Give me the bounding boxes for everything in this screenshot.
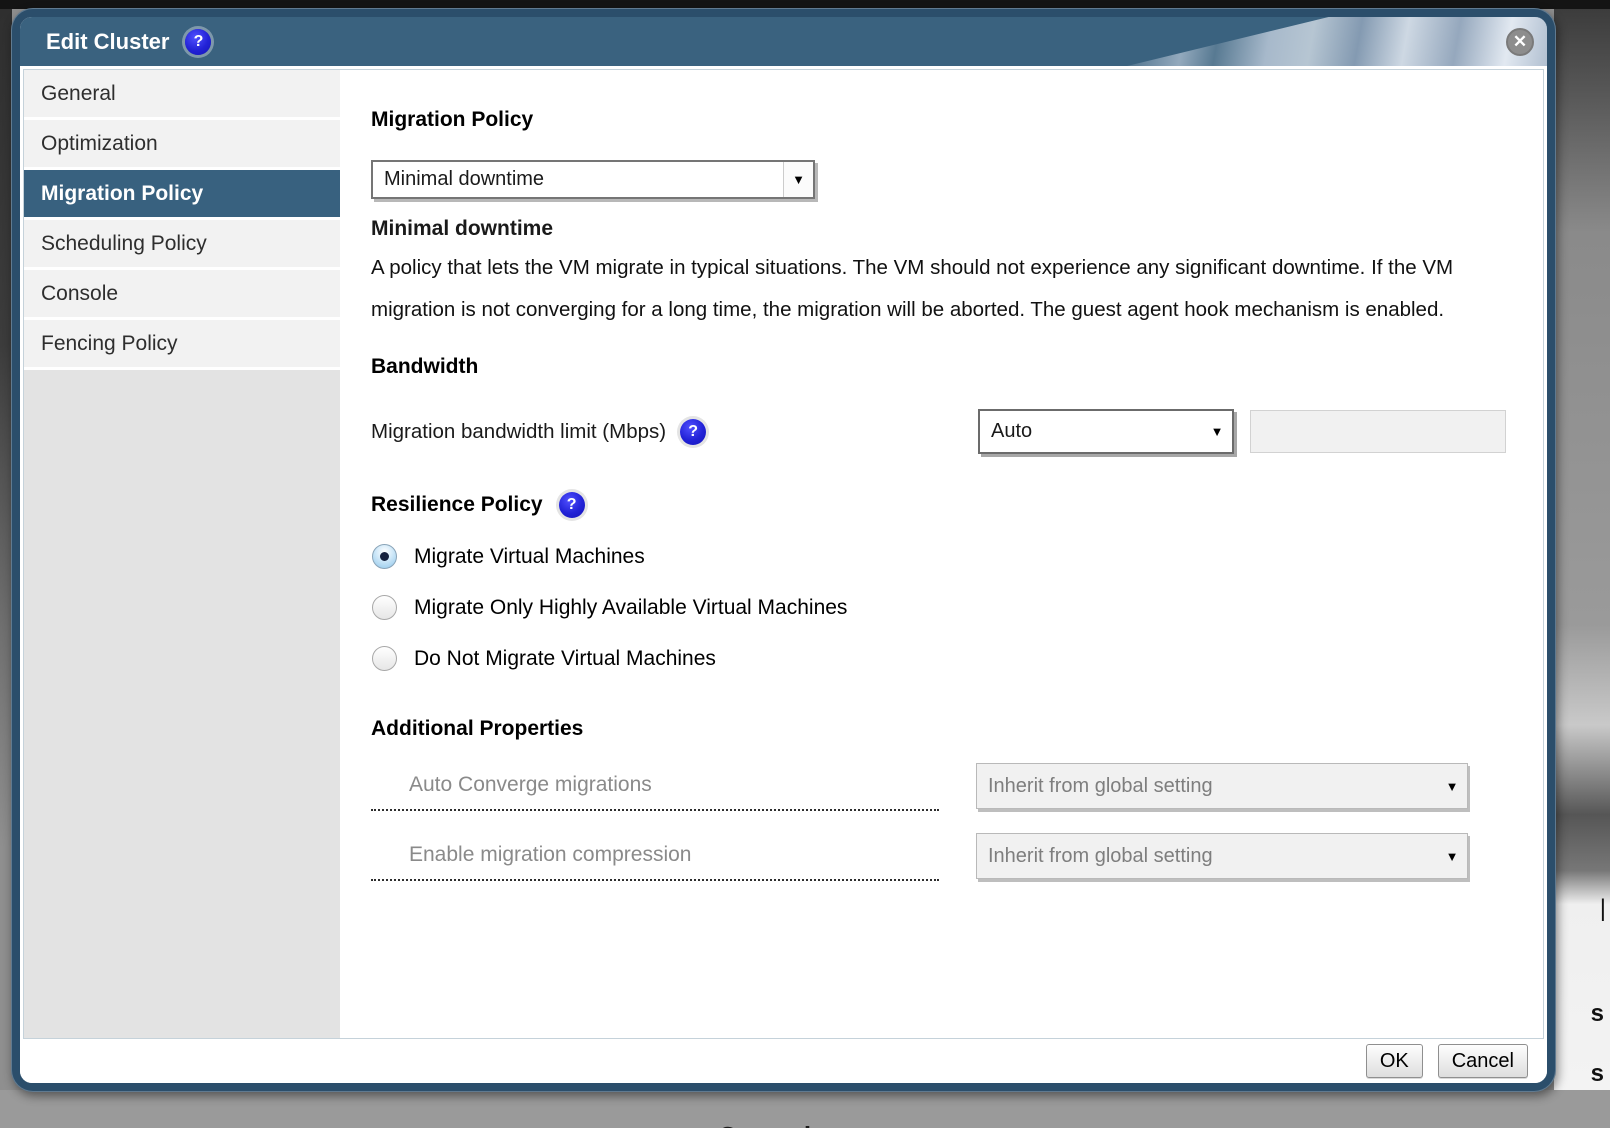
bandwidth-limit-select-value: Auto: [980, 420, 1202, 443]
chevron-down-icon: ▼: [1437, 779, 1467, 794]
bandwidth-limit-label: Migration bandwidth limit (Mbps): [371, 420, 666, 444]
auto-converge-select-value: Inherit from global setting: [977, 775, 1437, 798]
background-text-fragment: |: [1600, 895, 1606, 923]
bandwidth-heading: Bandwidth: [371, 355, 1543, 379]
chevron-down-icon: ▼: [1202, 424, 1232, 439]
dialog-inner: Edit Cluster ? ✕ General Optimization Mi…: [20, 17, 1547, 1083]
custom-bandwidth-input[interactable]: [1250, 410, 1506, 453]
clipped-background-text: Consultant: [718, 1121, 864, 1128]
radio-label: Migrate Virtual Machines: [414, 545, 645, 569]
radio-label: Do Not Migrate Virtual Machines: [414, 647, 716, 671]
background-right-strip: [1554, 9, 1610, 1128]
bandwidth-limit-label-wrap: Migration bandwidth limit (Mbps) ?: [371, 419, 978, 445]
radio-migrate-vms[interactable]: Migrate Virtual Machines: [372, 544, 1543, 569]
sidebar-item-scheduling-policy[interactable]: Scheduling Policy: [24, 220, 340, 267]
sidebar-filler: [24, 370, 340, 1038]
bandwidth-limit-row: Migration bandwidth limit (Mbps) ? Auto …: [371, 409, 1543, 454]
migration-policy-select-value: Minimal downtime: [373, 168, 783, 191]
background-text-fragment: s: [1591, 1060, 1604, 1088]
migration-compression-select[interactable]: Inherit from global setting ▼: [976, 833, 1468, 879]
radio-label: Migrate Only Highly Available Virtual Ma…: [414, 596, 847, 620]
background-text-fragment: s: [1591, 1000, 1604, 1028]
bandwidth-limit-select[interactable]: Auto ▼: [978, 409, 1234, 454]
migration-policy-select[interactable]: Minimal downtime ▼: [371, 160, 815, 199]
migration-compression-row: Enable migration compression Inherit fro…: [371, 833, 1543, 881]
resilience-help-icon[interactable]: ?: [559, 492, 585, 518]
radio-migrate-ha-vms[interactable]: Migrate Only Highly Available Virtual Ma…: [372, 595, 1543, 620]
edit-cluster-dialog: Edit Cluster ? ✕ General Optimization Mi…: [11, 8, 1556, 1092]
sidebar: General Optimization Migration Policy Sc…: [24, 70, 340, 1038]
migration-compression-select-wrap: Inherit from global setting ▼: [976, 833, 1468, 881]
resilience-policy-heading: Resilience Policy: [371, 493, 543, 517]
auto-converge-select-wrap: Inherit from global setting ▼: [976, 763, 1468, 811]
sidebar-item-general[interactable]: General: [24, 70, 340, 117]
auto-converge-label: Auto Converge migrations: [371, 773, 939, 811]
policy-description: A policy that lets the VM migrate in typ…: [371, 247, 1491, 331]
chevron-down-icon: ▼: [1437, 849, 1467, 864]
auto-converge-select[interactable]: Inherit from global setting ▼: [976, 763, 1468, 809]
migration-compression-select-value: Inherit from global setting: [977, 845, 1437, 868]
sidebar-item-optimization[interactable]: Optimization: [24, 120, 340, 167]
radio-do-not-migrate-vms[interactable]: Do Not Migrate Virtual Machines: [372, 646, 1543, 671]
dialog-title: Edit Cluster: [46, 29, 169, 55]
bandwidth-help-icon[interactable]: ?: [680, 419, 706, 445]
sidebar-item-console[interactable]: Console: [24, 270, 340, 317]
radio-button-icon[interactable]: [372, 544, 397, 569]
dialog-content: General Optimization Migration Policy Sc…: [23, 69, 1544, 1039]
chevron-down-icon: ▼: [783, 162, 813, 197]
close-icon[interactable]: ✕: [1506, 28, 1534, 56]
migration-compression-label: Enable migration compression: [371, 843, 939, 881]
ok-button[interactable]: OK: [1366, 1044, 1423, 1078]
radio-button-icon[interactable]: [372, 595, 397, 620]
cancel-button[interactable]: Cancel: [1438, 1044, 1528, 1078]
dialog-footer: OK Cancel: [20, 1039, 1547, 1083]
sidebar-item-migration-policy[interactable]: Migration Policy: [24, 170, 340, 217]
selected-policy-name: Minimal downtime: [371, 217, 1543, 241]
sidebar-item-fencing-policy[interactable]: Fencing Policy: [24, 320, 340, 367]
migration-policy-heading: Migration Policy: [371, 108, 1543, 132]
dialog-titlebar: Edit Cluster ? ✕: [20, 17, 1547, 66]
migration-policy-panel: Migration Policy Minimal downtime ▼ Mini…: [340, 70, 1543, 1038]
additional-properties-heading: Additional Properties: [371, 717, 1543, 741]
titlebar-diagonal-decor: [1127, 17, 1547, 66]
resilience-heading-row: Resilience Policy ?: [371, 492, 1543, 518]
auto-converge-row: Auto Converge migrations Inherit from gl…: [371, 763, 1543, 811]
dialog-help-icon[interactable]: ?: [185, 29, 211, 55]
radio-button-icon[interactable]: [372, 646, 397, 671]
